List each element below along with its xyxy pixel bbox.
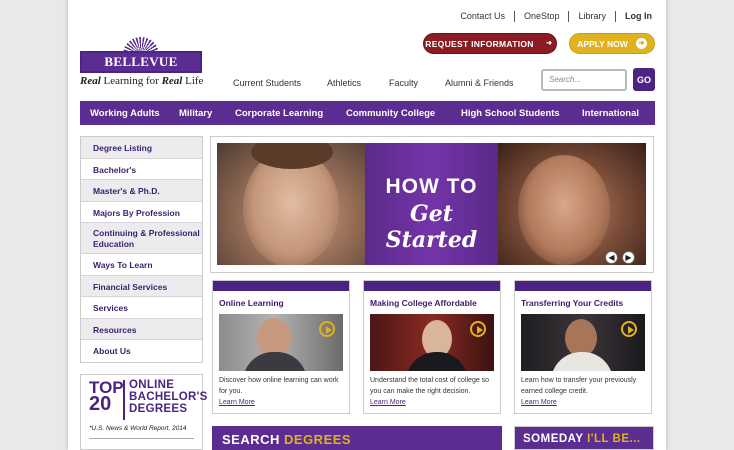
student-photo-right	[498, 143, 646, 265]
sidebar-item-continuing-education[interactable]: Continuing & Professional Education	[81, 223, 202, 254]
nav-high-school-students[interactable]: High School Students	[461, 108, 560, 119]
hero-title-line1: HOW TO	[385, 175, 478, 198]
faculty-link[interactable]: Faculty	[389, 78, 418, 88]
main-nav: Working Adults Military Corporate Learni…	[80, 101, 655, 125]
hero-slide: HOW TO Get Started ◀ ▶	[217, 143, 646, 265]
apply-now-button[interactable]: APPLY NOW ➜	[569, 33, 655, 54]
nav-international[interactable]: International	[582, 108, 639, 119]
promo-heading: ONLINE BACHELOR'S DEGREES	[129, 379, 208, 415]
carousel-prev-icon[interactable]: ◀	[605, 251, 618, 264]
hero-title-line2: Get Started	[385, 201, 478, 253]
sidebar: Degree Listing Bachelor's Master's & Ph.…	[80, 136, 203, 363]
search-input[interactable]: Search...	[541, 69, 627, 91]
promo-rule	[89, 438, 194, 439]
sidebar-item-bachelors[interactable]: Bachelor's	[81, 159, 202, 180]
athletics-link[interactable]: Athletics	[327, 78, 361, 88]
sidebar-item-majors-by-profession[interactable]: Majors By Profession	[81, 202, 202, 223]
card-online-learning[interactable]: Online Learning Discover how online lear…	[212, 280, 350, 414]
request-information-button[interactable]: REQUEST INFORMATION ➜	[423, 33, 557, 54]
logo-name: BELLEVUE UNIVERSITY	[80, 51, 202, 87]
hero-title-panel: HOW TO Get Started	[365, 143, 498, 265]
arrow-right-icon: ➜	[635, 38, 647, 49]
login-link[interactable]: Log In	[615, 11, 652, 22]
card-description: Learn how to transfer your previously ea…	[521, 377, 637, 395]
sidebar-item-financial-services[interactable]: Financial Services	[81, 275, 202, 297]
video-thumbnail[interactable]	[219, 314, 343, 371]
carousel-next-icon[interactable]: ▶	[622, 251, 635, 264]
promo-rank: TOP 20	[89, 378, 124, 415]
card-description: Understand the total cost of college so …	[370, 377, 490, 395]
logo-tagline: Real Learning for Real Life	[80, 75, 204, 87]
sidebar-item-about-us[interactable]: About Us	[81, 340, 202, 362]
contact-us-link[interactable]: Contact Us	[451, 11, 514, 22]
go-button[interactable]: GO	[633, 68, 655, 91]
play-icon	[621, 321, 637, 337]
learn-more-link[interactable]: Learn More	[219, 399, 255, 406]
library-link[interactable]: Library	[568, 11, 615, 22]
nav-corporate-learning[interactable]: Corporate Learning	[235, 108, 323, 119]
play-icon	[470, 321, 486, 337]
sidebar-item-masters-phd[interactable]: Master's & Ph.D.	[81, 180, 202, 202]
card-transferring-credits[interactable]: Transferring Your Credits Learn how to t…	[514, 280, 652, 414]
promo-divider	[123, 380, 125, 420]
card-title: Online Learning	[219, 298, 284, 308]
nav-community-college[interactable]: Community College	[346, 108, 435, 119]
card-making-college-affordable[interactable]: Making College Affordable Understand the…	[363, 280, 501, 414]
onestop-link[interactable]: OneStop	[513, 11, 569, 22]
sidebar-item-degree-listing[interactable]: Degree Listing	[81, 137, 202, 159]
alumni-friends-link[interactable]: Alumni & Friends	[445, 78, 514, 88]
card-description: Discover how online learning can work fo…	[219, 377, 339, 395]
someday-banner[interactable]: SOMEDAY I'LL BE...	[514, 426, 654, 450]
top-20-promo[interactable]: TOP 20 ONLINE BACHELOR'S DEGREES *U.S. News…	[80, 374, 207, 450]
nav-military[interactable]: Military	[179, 108, 212, 119]
card-title: Transferring Your Credits	[521, 298, 624, 308]
promo-source: *U.S. News & World Report, 2014	[89, 425, 187, 432]
card-title: Making College Affordable	[370, 298, 477, 308]
learn-more-link[interactable]: Learn More	[521, 399, 557, 406]
current-students-link[interactable]: Current Students	[233, 78, 301, 88]
student-photo-left	[217, 143, 365, 265]
video-thumbnail[interactable]	[521, 314, 645, 371]
play-icon	[319, 321, 335, 337]
search-degrees-banner[interactable]: SEARCH DEGREES	[212, 426, 502, 450]
utility-nav: Contact Us OneStop Library Log In	[451, 11, 652, 22]
arrow-right-icon: ➜	[546, 40, 553, 47]
learn-more-link[interactable]: Learn More	[370, 399, 406, 406]
sidebar-item-resources[interactable]: Resources	[81, 318, 202, 340]
video-thumbnail[interactable]	[370, 314, 494, 371]
sidebar-item-ways-to-learn[interactable]: Ways To Learn	[81, 254, 202, 276]
page: Contact Us OneStop Library Log In BELLEV…	[68, 0, 666, 450]
nav-working-adults[interactable]: Working Adults	[90, 108, 160, 119]
hero-banner[interactable]: HOW TO Get Started ◀ ▶	[210, 136, 654, 273]
sidebar-item-services[interactable]: Services	[81, 297, 202, 319]
